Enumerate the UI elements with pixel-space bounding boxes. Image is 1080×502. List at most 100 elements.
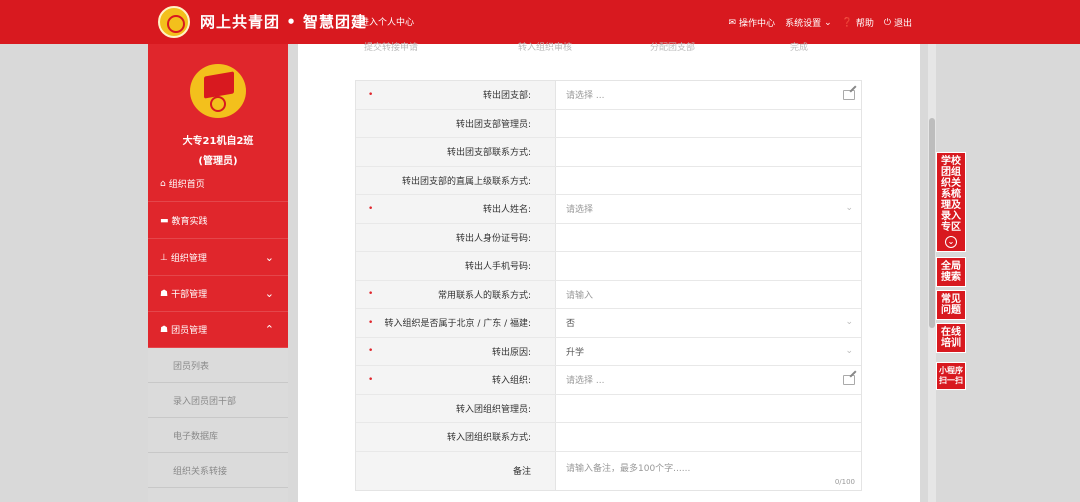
chevron-up-icon: ⌃ [264,323,274,336]
step-label: 分配团支部 [650,43,696,53]
step-label: 提交转接申请 [364,43,419,53]
personal-center-link[interactable]: 进入个人中心 [360,15,414,28]
float-tool-text: 团组 [941,167,961,178]
edit-icon[interactable] [843,375,855,385]
select-field[interactable]: 否 ⌄ [556,309,861,337]
sidebar-item-org-management[interactable]: ⊥ 组织管理 ⌄ [148,240,288,276]
form-row: 转入团组织管理员: [356,394,861,423]
select-field[interactable]: 升学 ⌄ [556,338,861,366]
logout-link[interactable]: ⏻ 退出 [883,16,912,30]
submenu-item-e-database[interactable]: 电子数据库 [148,418,288,453]
operation-center-link[interactable]: ✉ 操作中心 [729,16,776,30]
field-label: 转出团支部的直属上级联系方式: [356,166,556,194]
required-marker: • [368,317,374,328]
float-online-training[interactable]: 在线 培训 [936,323,966,353]
folder-icon: ▬ [160,215,169,226]
sidebar: 大专21机自2班 (管理员) ⌂ 组织首页 ▬ 教育实践 ⊥ 组织管理 ⌄ ☗ … [148,44,288,502]
float-tool-text: 培训 [941,338,961,349]
sidebar-item-label: 教育实践 [171,217,208,227]
sidebar-item-home[interactable]: ⌂ 组织首页 [148,166,288,202]
select-field[interactable]: 请选择 ⌄ [556,195,861,223]
field-label-text: 转出团支部管理员: [455,119,531,130]
field-value [556,110,861,138]
sidebar-item-label: 组织管理 [170,254,207,264]
float-mini-program[interactable]: 小程序 扫一扫 [936,362,966,390]
form-row: 转出团支部管理员: [356,109,861,138]
form-row: 转出人手机号码: [356,252,861,281]
field-value[interactable]: 请输入 [556,281,861,309]
form-row: • 常用联系人的联系方式: 请输入 [356,280,861,309]
float-tool-text: 在线 [941,327,961,338]
field-label: • 转出原因: [356,337,556,365]
field-label: 转出团支部联系方式: [356,138,556,166]
form-row-remark: 备注 请输入备注，最多100个字...... 0/100 [356,451,861,490]
sidebar-item-education[interactable]: ▬ 教育实践 [148,203,288,239]
field-label-text: 转出人姓名: [482,205,531,216]
org-role: (管理员) [198,156,238,167]
main-panel: 提交转接申请 转入组织审核 分配团支部 完成 • 转出团支部: 请选择 ... 转出团… [298,43,920,502]
org-name: 大专21机自2班 [182,136,254,147]
float-tool-text: 织关 [941,178,961,189]
operation-center-label: 操作中心 [739,19,776,29]
chevron-down-icon: ⌄ [845,203,853,213]
field-label-text: 转出人身份证号码: [455,233,531,244]
float-tool-text: 理及 [941,200,961,211]
form-row: • 转入组织: 请选择 ... [356,366,861,395]
form-row: • 转出团支部: 请选择 ... [356,81,861,110]
submenu-item-add-member[interactable]: 录入团员团干部 [148,383,288,418]
help-label: 帮助 [855,19,874,29]
field-label: 备注 [356,451,556,490]
field-label-text: 转出人手机号码: [464,262,531,273]
home-icon: ⌂ [160,178,166,189]
char-counter: 0/100 [834,477,855,486]
field-value [556,167,861,195]
sidebar-item-member-management[interactable]: ☗ 团员管理 ⌃ [148,312,288,348]
field-label-text: 转出团支部: [482,91,531,102]
help-link[interactable]: ❓ 帮助 [842,16,874,30]
power-icon: ⏻ [883,17,891,28]
users-icon: ☗ [160,288,169,299]
float-tool-text: 专区 [941,222,961,233]
field-label: 转入团组织联系方式: [356,423,556,451]
field-value [556,395,861,423]
form-row: • 转出人姓名: 请选择 ⌄ [356,195,861,224]
field-label: • 转出人姓名: [356,195,556,223]
field-value-text: 否 [566,319,576,330]
chevron-down-icon: ⌄ [264,287,274,300]
sidebar-item-cadre-management[interactable]: ☗ 干部管理 ⌄ [148,276,288,312]
form-row: 转出团支部的直属上级联系方式: [356,166,861,195]
form-row: 转入团组织联系方式: [356,423,861,452]
field-label: 转出人手机号码: [356,252,556,280]
progress-steps: 提交转接申请 转入组织审核 分配团支部 完成 [298,43,920,54]
picker-field[interactable]: 请选择 ... [556,366,861,394]
edit-icon[interactable] [843,90,855,100]
float-tool-text: 录入 [941,211,961,222]
field-label-text: 转出原因: [491,347,531,358]
float-tool-text: 问题 [941,305,961,316]
float-faq[interactable]: 常见 问题 [936,290,966,320]
org-chart-icon: ⊥ [160,252,168,263]
float-tool-text: 搜索 [941,272,961,283]
picker-field[interactable]: 请选择 ... [556,81,861,109]
submenu-item-relation-transfer[interactable]: 组织关系转接 [148,453,288,488]
submenu-item-member-list[interactable]: 团员列表 [148,348,288,383]
field-label: 转出人身份证号码: [356,223,556,251]
float-org-relation-zone[interactable]: 学校 团组 织关 系梳 理及 录入 专区 ⌄ [936,152,966,252]
required-marker: • [368,203,374,214]
sidebar-item-label: 组织首页 [168,180,205,190]
scrollbar-thumb[interactable] [929,118,935,328]
remark-textarea[interactable]: 请输入备注，最多100个字...... 0/100 [556,452,861,490]
float-global-search[interactable]: 全局 搜索 [936,257,966,287]
form-row: • 转出原因: 升学 ⌄ [356,337,861,366]
field-value [556,224,861,252]
brand-title: 网上共青团 • 智慧团建 [200,13,368,31]
field-value-text: 请选择 ... [566,376,605,387]
system-settings-menu[interactable]: 系统设置 ⌄ [785,16,832,30]
youth-league-logo-icon [158,6,190,38]
required-marker: • [368,89,374,100]
field-label: 转出团支部管理员: [356,109,556,137]
users-icon: ☗ [160,324,169,335]
emblem-icon [210,96,226,112]
remark-placeholder: 请输入备注，最多100个字...... [566,463,691,474]
field-value-text: 请选择 ... [566,91,605,102]
